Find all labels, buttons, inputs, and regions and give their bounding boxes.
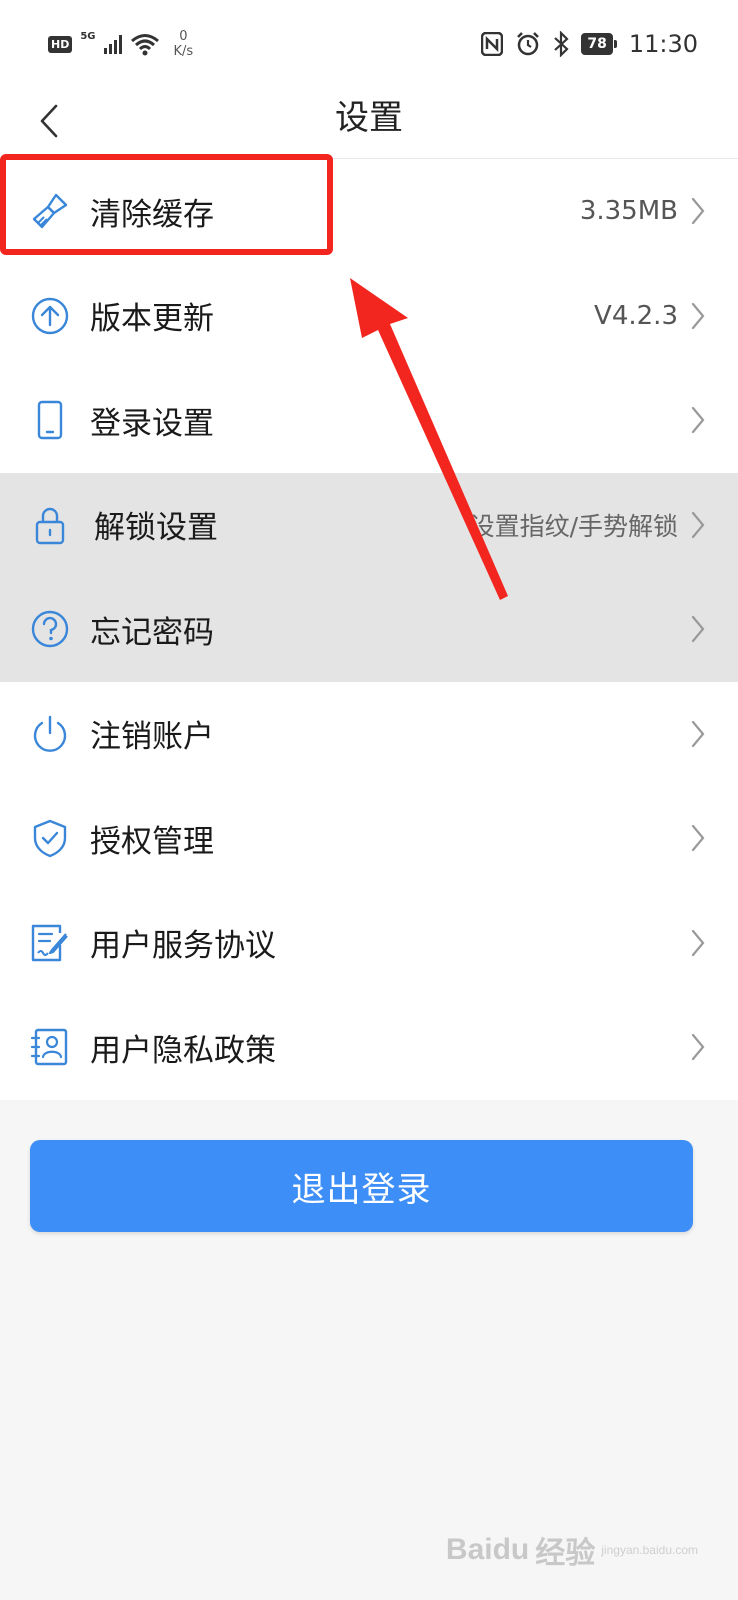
nfc-icon [481, 32, 504, 56]
power-icon [30, 714, 70, 754]
settings-item-label: 解锁设置 [94, 510, 218, 547]
settings-item-authorization[interactable]: 授权管理 [0, 786, 738, 891]
chevron-right-icon [688, 510, 708, 540]
document-edit-icon [30, 923, 70, 963]
status-right: 78 11:30 [481, 26, 698, 62]
settings-item-label: 用户服务协议 [90, 928, 276, 965]
chevron-right-icon [688, 719, 708, 749]
hd-badge: HD [48, 35, 73, 53]
wifi-icon [130, 34, 159, 56]
signal-icon [103, 34, 122, 54]
settings-item-label: 版本更新 [90, 301, 214, 338]
battery-icon: 78 [581, 33, 617, 55]
status-left: HD 5G 0 K/s [48, 24, 193, 64]
settings-item-privacy-policy[interactable]: 用户隐私政策 [0, 995, 738, 1100]
speed-unit: K/s [173, 44, 194, 59]
chevron-right-icon [688, 301, 708, 331]
question-circle-icon [30, 609, 70, 649]
watermark-url: jingyan.baidu.com [601, 1543, 698, 1557]
chevron-right-icon [688, 196, 708, 226]
watermark-brand: Baidu [445, 1533, 530, 1566]
logout-button[interactable]: 退出登录 [30, 1140, 693, 1232]
chevron-right-icon [688, 823, 708, 853]
network-speed: 0 K/s [174, 29, 194, 59]
shield-check-icon [30, 818, 70, 858]
bluetooth-icon [554, 31, 569, 57]
settings-item-label: 登录设置 [90, 405, 214, 442]
settings-item-label: 注销账户 [90, 719, 214, 756]
chevron-right-icon [688, 928, 708, 958]
phone-icon [30, 400, 70, 440]
arrow-up-circle-icon [30, 296, 70, 336]
chevron-right-icon [688, 614, 708, 644]
settings-item-label: 用户隐私政策 [90, 1032, 276, 1069]
chevron-right-icon [688, 405, 708, 435]
baidu-watermark: Baidu 经验 jingyan.baidu.com [446, 1528, 698, 1572]
settings-item-label: 授权管理 [90, 823, 214, 860]
chevron-right-icon [688, 1032, 708, 1062]
network-type: 5G [80, 30, 96, 42]
version-number: V4.2.3 [594, 300, 678, 331]
battery-level: 78 [581, 33, 613, 55]
settings-item-cancel-account[interactable]: 注销账户 [0, 681, 738, 786]
settings-item-label: 忘记密码 [90, 614, 214, 651]
clock: 11:30 [628, 30, 698, 58]
contact-card-icon [30, 1027, 70, 1067]
annotation-arrow [350, 278, 508, 600]
annotation-highlight-box [0, 154, 333, 255]
cache-size: 3.35MB [579, 196, 678, 227]
settings-item-service-agreement[interactable]: 用户服务协议 [0, 890, 738, 995]
lock-icon [30, 505, 70, 545]
speed-value: 0 [179, 29, 188, 44]
nav-bar: 设置 [0, 84, 738, 159]
watermark-suffix: 经验 [535, 1537, 596, 1570]
page-title: 设置 [335, 98, 403, 138]
alarm-icon [517, 32, 540, 56]
status-bar: HD 5G 0 K/s 78 11:30 [0, 0, 738, 84]
